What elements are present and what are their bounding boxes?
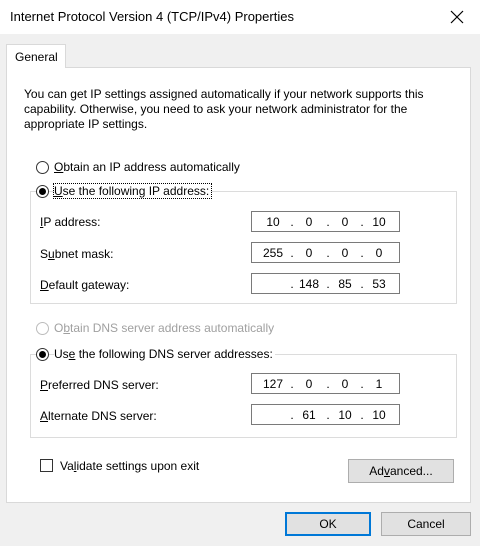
dns-group-box: [30, 354, 457, 438]
alternate-dns-field[interactable]: . 61. 10. 10: [251, 404, 400, 425]
use-following-dns-label: Use the following DNS server addresses:: [54, 347, 275, 361]
subnet-mask-label: Subnet mask:: [40, 247, 114, 261]
obtain-dns-auto-label: Obtain DNS server address automatically: [54, 321, 277, 335]
close-icon: [450, 10, 464, 24]
obtain-ip-auto-label: Obtain an IP address automatically: [54, 160, 242, 174]
window-title: Internet Protocol Version 4 (TCP/IPv4) P…: [10, 9, 294, 24]
validate-checkbox[interactable]: [40, 459, 53, 472]
ip-address-field[interactable]: 10. 0. 0. 10: [251, 211, 400, 232]
alternate-dns-label: Alternate DNS server:: [40, 409, 157, 423]
advanced-button[interactable]: Advanced...: [348, 459, 454, 483]
title-bar: Internet Protocol Version 4 (TCP/IPv4) P…: [0, 0, 480, 34]
close-button[interactable]: [434, 0, 480, 34]
preferred-dns-field[interactable]: 127. 0. 0. 1: [251, 373, 400, 394]
subnet-mask-field[interactable]: 255. 0. 0. 0: [251, 242, 400, 263]
use-following-ip-radio[interactable]: [36, 185, 49, 198]
default-gateway-field[interactable]: . 148. 85. 53: [251, 273, 400, 294]
obtain-ip-auto-radio[interactable]: [36, 161, 49, 174]
use-following-ip-label: Use the following IP address:: [52, 183, 213, 199]
obtain-dns-auto-radio[interactable]: [36, 322, 49, 335]
preferred-dns-label: Preferred DNS server:: [40, 378, 159, 392]
default-gateway-label: Default gateway:: [40, 278, 130, 292]
ip-address-label: IP address:: [40, 215, 101, 229]
tab-general-label: General: [15, 50, 58, 64]
description-text: You can get IP settings assigned automat…: [24, 87, 424, 131]
tab-general[interactable]: General: [6, 44, 66, 68]
cancel-button[interactable]: Cancel: [381, 512, 471, 536]
use-following-dns-radio[interactable]: [36, 348, 49, 361]
validate-label: Validate settings upon exit: [60, 459, 202, 473]
ok-button[interactable]: OK: [285, 512, 371, 536]
